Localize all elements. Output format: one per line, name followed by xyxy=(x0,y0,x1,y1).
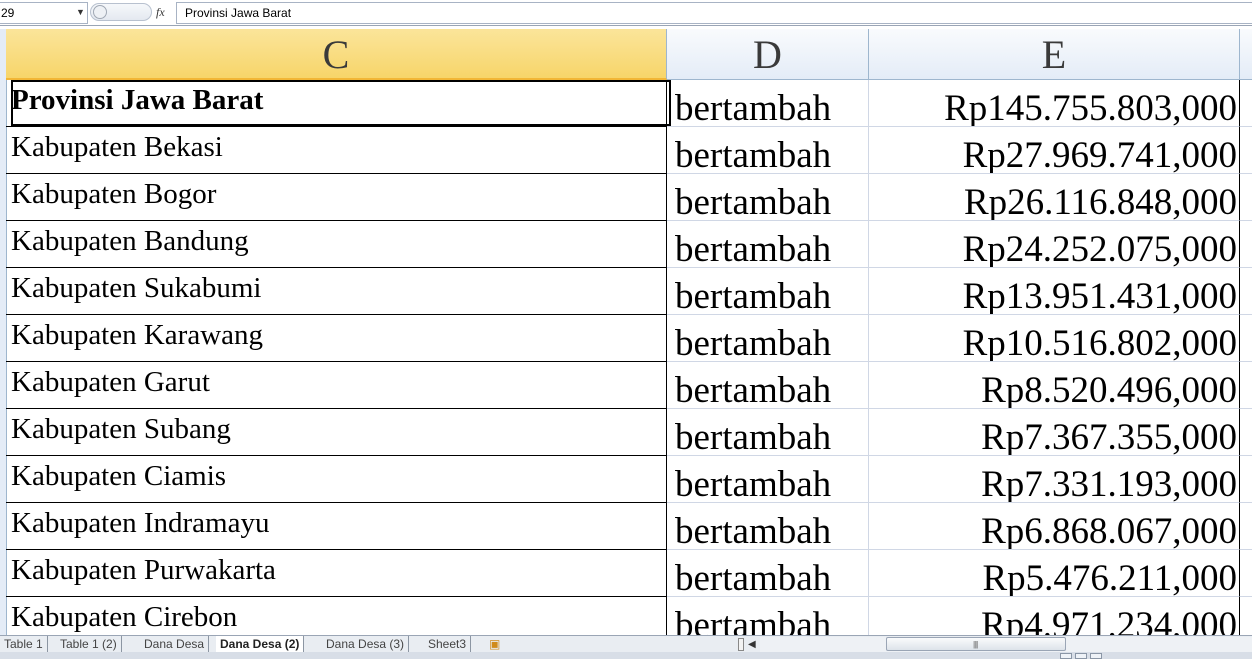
table-row: Kabupaten Ciamis bertambah Rp7.331.193,000 xyxy=(6,456,1252,503)
cell-f[interactable] xyxy=(1240,362,1252,409)
cell-c[interactable]: Kabupaten Sukabumi xyxy=(6,268,667,315)
cell-e[interactable]: Rp10.516.802,000 xyxy=(869,315,1240,362)
cell-c[interactable]: Kabupaten Indramayu xyxy=(6,503,667,550)
column-header-d[interactable]: D xyxy=(667,29,869,80)
cell-c[interactable]: Kabupaten Garut xyxy=(6,362,667,409)
table-row: Kabupaten Karawang bertambah Rp10.516.802,… xyxy=(6,315,1252,362)
grip-icon: |||| xyxy=(973,640,978,649)
scroll-left-icon[interactable]: ◀ xyxy=(748,637,758,652)
cell-f[interactable] xyxy=(1240,456,1252,503)
cell-c[interactable]: Kabupaten Bogor xyxy=(6,174,667,221)
column-header-f[interactable] xyxy=(1240,29,1252,80)
spreadsheet-grid: C D E Provinsi Jawa Barat bertambah Rp145.… xyxy=(0,29,1252,635)
formula-expand-pill[interactable] xyxy=(90,3,152,21)
cell-c[interactable]: Kabupaten Purwakarta xyxy=(6,550,667,597)
column-header-e[interactable]: E xyxy=(869,29,1240,80)
formula-input[interactable]: Provinsi Jawa Barat xyxy=(176,2,1252,24)
cell-f[interactable] xyxy=(1240,80,1252,127)
circle-icon xyxy=(93,5,107,19)
table-row: Kabupaten Bandung bertambah Rp24.252.075,0… xyxy=(6,221,1252,268)
cell-e[interactable]: Rp5.476.211,000 xyxy=(869,550,1240,597)
chevron-down-icon[interactable]: ▼ xyxy=(76,2,85,22)
table-row: Kabupaten Indramayu bertambah Rp6.868.067,… xyxy=(6,503,1252,550)
cell-e[interactable]: Rp13.951.431,000 xyxy=(869,268,1240,315)
column-header-c[interactable]: C xyxy=(6,29,667,80)
cell-f[interactable] xyxy=(1240,597,1252,635)
sheet-tab[interactable]: Dana Desa (3) xyxy=(322,636,410,653)
page-break-view-icon[interactable] xyxy=(1090,653,1102,659)
cell-c[interactable]: Kabupaten Ciamis xyxy=(6,456,667,503)
cell-e[interactable]: Rp24.252.075,000 xyxy=(869,221,1240,268)
cell-f[interactable] xyxy=(1240,409,1252,456)
cell-f[interactable] xyxy=(1240,127,1252,174)
cell-d[interactable]: bertambah xyxy=(667,268,869,315)
table-row: Kabupaten Garut bertambah Rp8.520.496,000 xyxy=(6,362,1252,409)
cell-c[interactable]: Kabupaten Karawang xyxy=(6,315,667,362)
insert-function-button[interactable]: fx xyxy=(156,2,165,22)
cell-f[interactable] xyxy=(1240,268,1252,315)
cell-f[interactable] xyxy=(1240,221,1252,268)
cell-d[interactable]: bertambah xyxy=(667,409,869,456)
cell-d[interactable]: bertambah xyxy=(667,456,869,503)
formula-controls: fx xyxy=(90,2,174,24)
cell-f[interactable] xyxy=(1240,550,1252,597)
cell-c[interactable]: Kabupaten Cirebon xyxy=(6,597,667,635)
cell-f[interactable] xyxy=(1240,174,1252,221)
sheet-tab[interactable]: Table 1 xyxy=(0,636,48,653)
cell-d[interactable]: bertambah xyxy=(667,550,869,597)
cell-d[interactable]: bertambah xyxy=(667,174,869,221)
cell-f[interactable] xyxy=(1240,503,1252,550)
cell-d[interactable]: bertambah xyxy=(667,127,869,174)
table-row: Kabupaten Bekasi bertambah Rp27.969.741,00… xyxy=(6,127,1252,174)
sheet-tab[interactable]: Dana Desa xyxy=(140,636,210,653)
cell-e[interactable]: Rp4.971.234,000 xyxy=(869,597,1240,635)
table-row: Kabupaten Sukabumi bertambah Rp13.951.431,… xyxy=(6,268,1252,315)
insert-sheet-icon[interactable]: ▣ xyxy=(489,638,507,651)
cell-c[interactable]: Provinsi Jawa Barat xyxy=(6,80,667,127)
cell-e[interactable]: Rp26.116.848,000 xyxy=(869,174,1240,221)
table-row: Provinsi Jawa Barat bertambah Rp145.755.80… xyxy=(6,80,1252,127)
cell-c[interactable]: Kabupaten Bandung xyxy=(6,221,667,268)
cell-c[interactable]: Kabupaten Bekasi xyxy=(6,127,667,174)
cell-f[interactable] xyxy=(1240,315,1252,362)
cell-e[interactable]: Rp6.868.067,000 xyxy=(869,503,1240,550)
table-row: Kabupaten Bogor bertambah Rp26.116.848,000 xyxy=(6,174,1252,221)
scrollbar-thumb[interactable]: |||| xyxy=(886,637,1066,651)
cell-d[interactable]: bertambah xyxy=(667,221,869,268)
page-layout-view-icon[interactable] xyxy=(1075,653,1087,659)
cell-d[interactable]: bertambah xyxy=(667,503,869,550)
cell-e[interactable]: Rp27.969.741,000 xyxy=(869,127,1240,174)
normal-view-icon[interactable] xyxy=(1060,653,1072,659)
cell-e[interactable]: Rp8.520.496,000 xyxy=(869,362,1240,409)
tab-splitter[interactable] xyxy=(738,638,744,651)
cell-d[interactable]: bertambah xyxy=(667,80,869,127)
table-row: Kabupaten Purwakarta bertambah Rp5.476.211… xyxy=(6,550,1252,597)
cell-e[interactable]: Rp7.331.193,000 xyxy=(869,456,1240,503)
cell-d[interactable]: bertambah xyxy=(667,597,869,635)
cell-d[interactable]: bertambah xyxy=(667,362,869,409)
cell-c[interactable]: Kabupaten Subang xyxy=(6,409,667,456)
formula-bar: 29 ▼ fx Provinsi Jawa Barat xyxy=(0,0,1252,26)
table-row: Kabupaten Subang bertambah Rp7.367.355,000 xyxy=(6,409,1252,456)
cell-e[interactable]: Rp7.367.355,000 xyxy=(869,409,1240,456)
table-row: Kabupaten Cirebon bertambah Rp4.971.234,00… xyxy=(6,597,1252,635)
cell-e[interactable]: Rp145.755.803,000 xyxy=(869,80,1240,127)
sheet-tab[interactable]: Table 1 (2) xyxy=(56,636,122,653)
sheet-tab[interactable]: Sheet3 xyxy=(424,636,472,653)
cell-d[interactable]: bertambah xyxy=(667,315,869,362)
name-box[interactable]: 29 xyxy=(0,2,88,24)
